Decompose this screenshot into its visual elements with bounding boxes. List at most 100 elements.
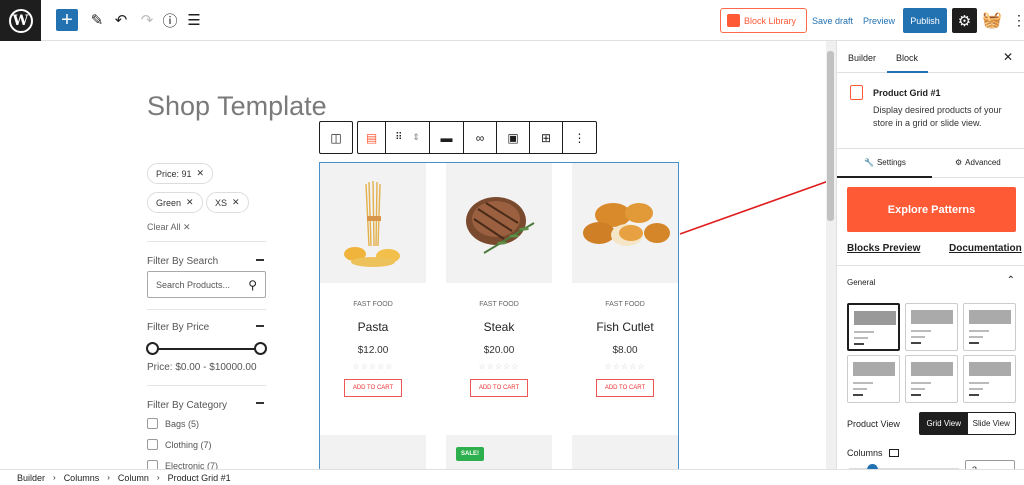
layout-option[interactable] [847, 355, 900, 403]
add-to-cart-button[interactable]: ADD TO CART [595, 379, 655, 397]
align-icon[interactable]: ▬ [430, 122, 464, 153]
chevron-up-icon[interactable]: ⌃ [1007, 275, 1015, 286]
parent-block-selector[interactable]: ◫ [319, 121, 353, 154]
product-category: FAST FOOD [479, 301, 519, 308]
add-to-cart-button[interactable]: ADD TO CART [343, 379, 403, 397]
layout-option[interactable] [963, 355, 1016, 403]
checkbox[interactable] [147, 439, 158, 450]
documentation-link[interactable]: Documentation [949, 243, 1022, 254]
filter-chip[interactable]: Green ✕ [147, 192, 203, 213]
save-draft-button[interactable]: Save draft [812, 16, 853, 26]
add-block-button[interactable]: + [56, 9, 78, 31]
category-option[interactable]: Clothing (7) [147, 439, 212, 450]
product-image[interactable] [572, 435, 678, 469]
block-description: Display desired products of your store i… [873, 105, 1002, 128]
product-card[interactable]: FAST FOOD Fish Cutlet $8.00 ☆☆☆☆☆ ADD TO… [572, 163, 678, 397]
blocks-preview-link[interactable]: Blocks Preview [847, 243, 920, 254]
remove-chip-icon[interactable]: ✕ [186, 197, 194, 208]
block-library-label: Block Library [744, 15, 797, 26]
product-grid-icon[interactable]: ▤ [358, 122, 386, 153]
more-options-icon[interactable]: ⋮ [563, 122, 596, 153]
collapse-icon[interactable] [256, 259, 264, 261]
product-card[interactable]: FAST FOOD Steak $20.00 ☆☆☆☆☆ ADD TO CART [446, 163, 552, 397]
table-icon[interactable]: ⊞ [530, 122, 563, 153]
product-image[interactable] [320, 435, 426, 469]
gear-icon: ⚙ [955, 158, 963, 167]
price-slider-track[interactable] [152, 348, 260, 350]
image-icon[interactable]: ▣ [497, 122, 530, 153]
tab-block[interactable]: Block [896, 53, 918, 63]
scrollbar-thumb[interactable] [827, 51, 834, 221]
list-view-icon[interactable]: ☰ [183, 9, 205, 31]
filter-search-heading: Filter By Search [147, 256, 219, 267]
clear-all-link[interactable]: Clear All ✕ [147, 222, 191, 233]
redo-icon[interactable]: ↷ [136, 9, 158, 31]
grid-view-option[interactable]: Grid View [920, 413, 968, 434]
block-library-button[interactable]: Block Library [720, 8, 807, 33]
category-option[interactable]: Bags (5) [147, 418, 199, 429]
price-min-handle[interactable] [146, 342, 159, 355]
undo-icon[interactable]: ↶ [110, 9, 132, 31]
remove-chip-icon[interactable]: ✕ [232, 197, 240, 208]
remove-chip-icon[interactable]: ✕ [197, 168, 205, 179]
checkbox[interactable] [147, 418, 158, 429]
settings-gear-icon[interactable]: ⚙ [952, 8, 977, 33]
category-option[interactable]: Electronic (7) [147, 460, 218, 469]
editor-top-bar: W + ✎ ↶ ↷ ⓘ ☰ Block Library Save draft P… [0, 0, 1024, 41]
product-title[interactable]: Fish Cutlet [572, 320, 678, 334]
page-title[interactable]: Shop Template [147, 91, 327, 122]
breadcrumb-item[interactable]: Builder [17, 473, 45, 483]
product-title[interactable]: Pasta [320, 320, 426, 334]
product-price: $20.00 [483, 345, 515, 356]
general-panel-header[interactable]: General ⌃ [837, 265, 1024, 297]
price-max-handle[interactable] [254, 342, 267, 355]
product-image[interactable] [320, 163, 426, 283]
product-grid-icon [850, 85, 863, 100]
search-input[interactable]: Search Products... ⚲ [147, 271, 266, 298]
pencil-icon[interactable]: ✎ [86, 9, 108, 31]
product-title[interactable]: Steak [446, 320, 552, 334]
product-image[interactable] [572, 163, 678, 283]
divider [147, 309, 266, 310]
close-icon[interactable]: ✕ [1003, 50, 1013, 64]
product-view-toggle: Grid View Slide View [919, 412, 1016, 435]
filter-chip[interactable]: XS ✕ [206, 192, 249, 213]
shopping-basket-icon[interactable]: 🧺 [982, 10, 1002, 30]
more-options-icon[interactable]: ⋮ [1012, 12, 1024, 29]
link-icon[interactable]: ∞ [464, 122, 497, 153]
chevron-right-icon: › [107, 473, 110, 482]
add-to-cart-button[interactable]: ADD TO CART [469, 379, 529, 397]
columns-icon[interactable]: ◫ [320, 122, 352, 153]
product-card[interactable]: FAST FOOD Pasta $12.00 ☆☆☆☆☆ ADD TO CART [320, 163, 426, 397]
wordpress-logo-icon[interactable]: W [0, 0, 41, 41]
layout-option[interactable] [905, 303, 958, 351]
active-tab-indicator [837, 176, 932, 178]
layout-option[interactable] [963, 303, 1016, 351]
slide-view-option[interactable]: Slide View [968, 413, 1016, 434]
drag-move-handle[interactable]: ⠿ ⇕ [386, 122, 430, 153]
publish-button[interactable]: Publish [903, 8, 947, 33]
layout-option[interactable] [847, 303, 900, 351]
star-rating: ☆☆☆☆☆ [352, 362, 394, 371]
breadcrumb-item[interactable]: Column [118, 473, 149, 483]
collapse-icon[interactable] [256, 402, 264, 404]
filter-chip[interactable]: Price: 91 ✕ [147, 163, 214, 184]
tab-settings[interactable]: 🔧 Settings [864, 158, 906, 167]
breadcrumb: Builder › Columns › Column › Product Grid #… [0, 469, 1024, 485]
checkbox[interactable] [147, 460, 158, 469]
search-icon[interactable]: ⚲ [248, 278, 257, 292]
layout-option[interactable] [905, 355, 958, 403]
tab-advanced[interactable]: ⚙ Advanced [955, 158, 1001, 167]
columns-number-input[interactable]: 3 [965, 460, 1015, 469]
sidebar-tabs: Builder Block ✕ [837, 41, 1024, 73]
desktop-icon[interactable] [888, 449, 899, 457]
product-image[interactable] [446, 163, 552, 283]
breadcrumb-item[interactable]: Columns [64, 473, 100, 483]
block-toolbar: ▤ ⠿ ⇕ ▬ ∞ ▣ ⊞ ⋮ [357, 121, 597, 154]
preview-button[interactable]: Preview [863, 16, 895, 26]
chevron-right-icon: › [156, 473, 160, 482]
collapse-icon[interactable] [256, 325, 264, 327]
explore-patterns-button[interactable]: Explore Patterns [847, 187, 1016, 232]
tab-builder[interactable]: Builder [848, 53, 876, 63]
info-icon[interactable]: ⓘ [159, 9, 181, 31]
